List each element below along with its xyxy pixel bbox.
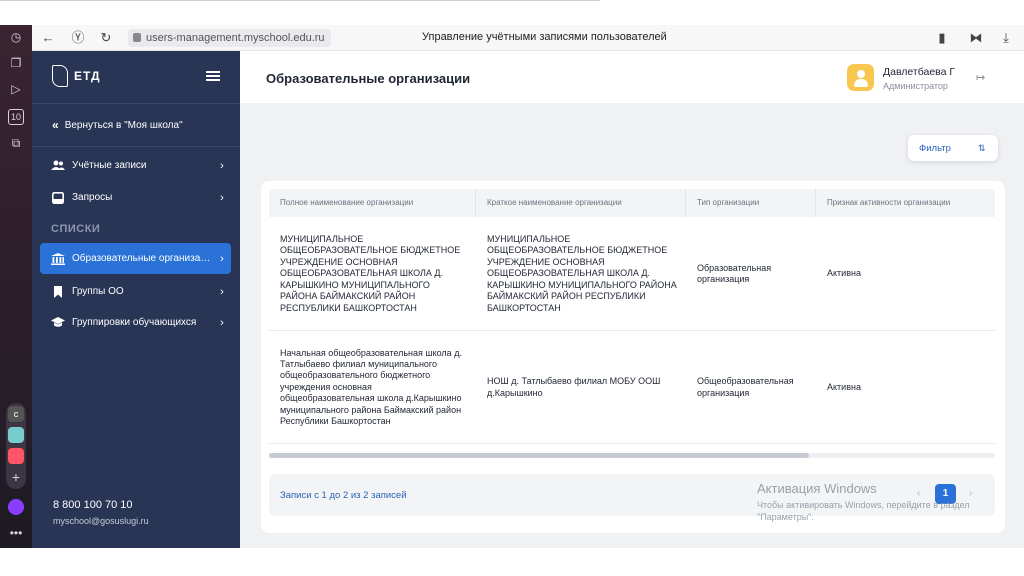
url-text: users-management.myschool.edu.ru: [146, 32, 325, 44]
sidebar-item-label: Запросы: [72, 192, 113, 203]
back-label: Вернуться в "Моя школа": [64, 119, 183, 131]
cell-full-name: Начальная общеобразовательная школа д. Т…: [280, 347, 462, 427]
back-arrow-icon[interactable]: ←: [40, 30, 56, 46]
chevron-right-icon: ›: [220, 191, 224, 204]
sidebar-item-accounts[interactable]: Учётные записи ›: [40, 150, 231, 181]
cell-type: Общеобразовательная организация: [697, 376, 794, 398]
browser-side-rail: ◷ ❐ ▷ 10 ⧉ c + •••: [0, 25, 32, 548]
graduation-cap-icon: [51, 317, 65, 329]
support-email[interactable]: myschool@gosuslugi.ru: [53, 516, 149, 526]
logo-icon: [52, 65, 68, 87]
page-title: Образовательные организации: [266, 71, 471, 86]
sidebar-item-student-groupings[interactable]: Группировки обучающихся ›: [40, 307, 231, 338]
cell-short-name: МУНИЦИПАЛЬНОЕ ОБЩЕОБРАЗОВАТЕЛЬНОЕ БЮДЖЕТ…: [487, 234, 677, 313]
page-header: Образовательные организации Давлетбаева …: [240, 51, 1024, 103]
extensions-icon[interactable]: ⧓: [968, 30, 984, 46]
app-colorful-icon[interactable]: [8, 427, 24, 443]
inbox-icon: [51, 191, 65, 204]
chevron-right-icon: ›: [220, 252, 224, 265]
cell-full-name: МУНИЦИПАЛЬНОЕ ОБЩЕОБРАЗОВАТЕЛЬНОЕ БЮДЖЕТ…: [280, 234, 461, 313]
menu-burger-icon[interactable]: [206, 71, 220, 81]
column-header[interactable]: Краткое наименование организации: [476, 189, 686, 217]
sidebar-item-organizations[interactable]: Образовательные организации ›: [40, 243, 231, 274]
sidebar-item-groups[interactable]: Группы ОО ›: [40, 276, 231, 307]
sidebar-item-label: Группировки обучающихся: [72, 317, 197, 328]
cell-status: Активна: [827, 268, 861, 279]
app-music-icon[interactable]: [8, 448, 24, 464]
filter-label: Фильтр: [919, 142, 951, 154]
support-phone[interactable]: 8 800 100 70 10: [53, 499, 133, 511]
user-role: Администратор: [883, 81, 948, 91]
divider: [32, 103, 240, 104]
avatar[interactable]: [847, 64, 874, 91]
windows-activation-text: Чтобы активировать Windows, перейдите в …: [757, 500, 970, 522]
chevron-right-icon: ›: [220, 159, 224, 172]
sliders-icon: ⇅: [978, 143, 986, 153]
next-page-button[interactable]: ›: [969, 488, 972, 499]
cell-status: Активна: [827, 381, 861, 392]
windows-activation-title: Активация Windows: [757, 481, 877, 496]
sidebar: ЕТД « Вернуться в "Моя школа" Учётные за…: [32, 51, 240, 548]
yandex-icon[interactable]: Ⓨ: [70, 30, 86, 46]
chevron-right-icon: ›: [220, 285, 224, 298]
table-row[interactable]: Начальная общеобразовательная школа д. Т…: [269, 332, 995, 444]
column-header[interactable]: Полное наименование организации: [269, 189, 476, 217]
screenshot-icon[interactable]: ⧉: [8, 135, 24, 151]
history-icon[interactable]: ◷: [8, 29, 24, 45]
add-app-icon[interactable]: +: [8, 469, 24, 485]
calendar-icon[interactable]: 10: [8, 109, 24, 125]
organizations-table-card: Полное наименование организации Краткое …: [261, 181, 1005, 533]
collections-icon[interactable]: ❐: [8, 55, 24, 71]
user-icon: [857, 70, 865, 78]
download-icon[interactable]: ⤓: [998, 30, 1014, 46]
section-title: СПИСКИ: [51, 223, 101, 235]
top-strip: [0, 0, 1024, 25]
lock-icon: [133, 33, 141, 42]
filter-button[interactable]: Фильтр ⇅: [908, 135, 998, 161]
horizontal-scrollbar[interactable]: [269, 453, 995, 458]
table-header: Полное наименование организации Краткое …: [269, 189, 995, 217]
cell-type: Образовательная организация: [697, 262, 772, 284]
users-icon: [51, 160, 65, 172]
bookmark-icon: [51, 285, 65, 298]
app-c-icon[interactable]: c: [8, 406, 24, 422]
logout-icon[interactable]: ↦: [976, 71, 985, 84]
table-row[interactable]: МУНИЦИПАЛЬНОЕ ОБЩЕОБРАЗОВАТЕЛЬНОЕ БЮДЖЕТ…: [269, 218, 995, 331]
back-to-school-link[interactable]: « Вернуться в "Моя школа": [52, 118, 183, 132]
divider: [32, 146, 240, 147]
more-icon[interactable]: •••: [8, 525, 24, 541]
alice-icon[interactable]: [8, 499, 24, 515]
prev-page-button[interactable]: ‹: [917, 488, 920, 499]
user-icon-body: [854, 79, 868, 87]
logo[interactable]: ЕТД: [52, 65, 101, 87]
double-chevron-left-icon: «: [52, 118, 59, 132]
bookmark-icon[interactable]: ▮: [934, 30, 950, 46]
chevron-right-icon: ›: [220, 316, 224, 329]
address-bar[interactable]: users-management.myschool.edu.ru: [128, 29, 331, 47]
sidebar-item-label: Учётные записи: [72, 160, 147, 171]
cell-short-name: НОШ д. Татлыбаево филиал МОБУ ООШ д.Кары…: [487, 376, 661, 398]
column-header[interactable]: Тип организации: [686, 189, 816, 217]
sidebar-item-requests[interactable]: Запросы ›: [40, 182, 231, 213]
browser-toolbar: ← Ⓨ ↻ users-management.myschool.edu.ru У…: [32, 25, 1024, 51]
logo-text: ЕТД: [74, 69, 101, 83]
records-count: Записи с 1 до 2 из 2 записей: [280, 490, 407, 501]
scrollbar-thumb[interactable]: [269, 453, 809, 458]
reload-icon[interactable]: ↻: [98, 30, 114, 46]
building-icon: [51, 252, 65, 265]
sidebar-item-label: Группы ОО: [72, 286, 124, 297]
tab-title: Управление учётными записями пользовател…: [422, 31, 667, 43]
sidebar-item-label: Образовательные организации: [72, 253, 213, 264]
main-content: Образовательные организации Давлетбаева …: [240, 51, 1024, 548]
play-icon[interactable]: ▷: [8, 81, 24, 97]
user-name[interactable]: Давлетбаева Г: [883, 66, 955, 78]
column-header[interactable]: Признак активности организации: [816, 189, 995, 217]
